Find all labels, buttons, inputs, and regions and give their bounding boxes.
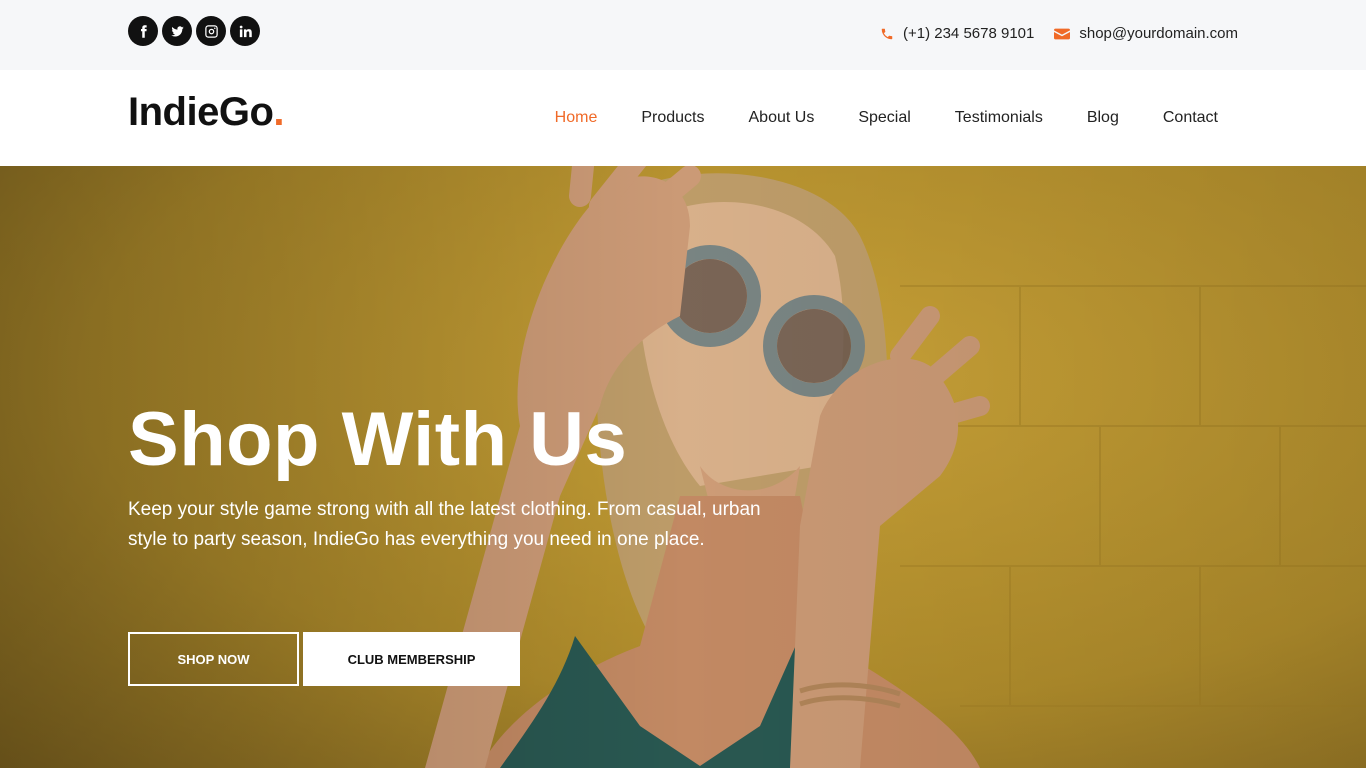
hero-section: Shop With Us Keep your style game strong… [0, 166, 1366, 768]
social-links [128, 16, 260, 46]
club-membership-button[interactable]: CLUB MEMBERSHIP [303, 632, 520, 686]
twitter-icon[interactable] [162, 16, 192, 46]
top-bar: (+1) 234 5678 9101 shop@yourdomain.com [0, 0, 1366, 70]
phone-contact[interactable]: (+1) 234 5678 9101 [880, 25, 1034, 42]
main-navbar: IndieGo. Home Products About Us Special … [0, 70, 1366, 166]
nav-testimonials[interactable]: Testimonials [955, 109, 1043, 127]
phone-icon [881, 28, 893, 39]
nav-special[interactable]: Special [858, 109, 910, 127]
instagram-icon[interactable] [196, 16, 226, 46]
brand-name: IndieGo [128, 90, 274, 134]
hero-description: Keep your style game strong with all the… [128, 499, 761, 550]
email-contact[interactable]: shop@yourdomain.com [1054, 25, 1238, 42]
contact-info: (+1) 234 5678 9101 shop@yourdomain.com [880, 25, 1238, 42]
nav-products[interactable]: Products [641, 109, 704, 127]
email-address: shop@yourdomain.com [1079, 25, 1238, 42]
envelope-icon [1054, 28, 1071, 39]
phone-number: (+1) 234 5678 9101 [902, 25, 1035, 42]
nav-blog[interactable]: Blog [1087, 109, 1119, 127]
brand-logo[interactable]: IndieGo. [128, 90, 284, 135]
brand-dot: . [273, 90, 285, 134]
primary-nav: Home Products About Us Special Testimoni… [511, 109, 1218, 127]
nav-home[interactable]: Home [555, 109, 598, 127]
shop-now-button[interactable]: SHOP NOW [128, 632, 299, 686]
nav-contact[interactable]: Contact [1163, 109, 1218, 127]
linkedin-icon[interactable] [230, 16, 260, 46]
hero-title: Shop With Us [128, 397, 628, 482]
nav-about-us[interactable]: About Us [749, 109, 815, 127]
facebook-icon[interactable] [128, 16, 158, 46]
